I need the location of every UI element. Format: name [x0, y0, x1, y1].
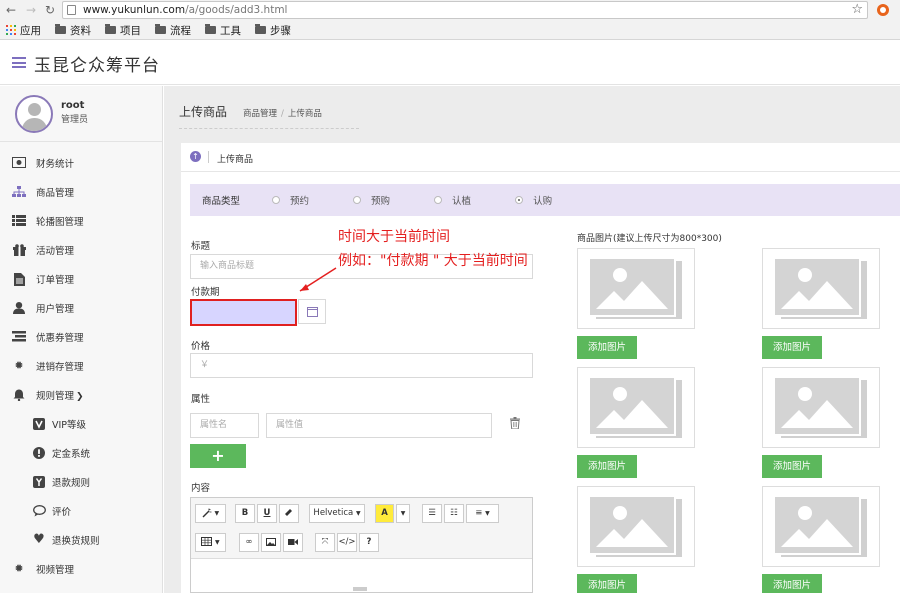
annotation-arrow	[299, 267, 337, 292]
